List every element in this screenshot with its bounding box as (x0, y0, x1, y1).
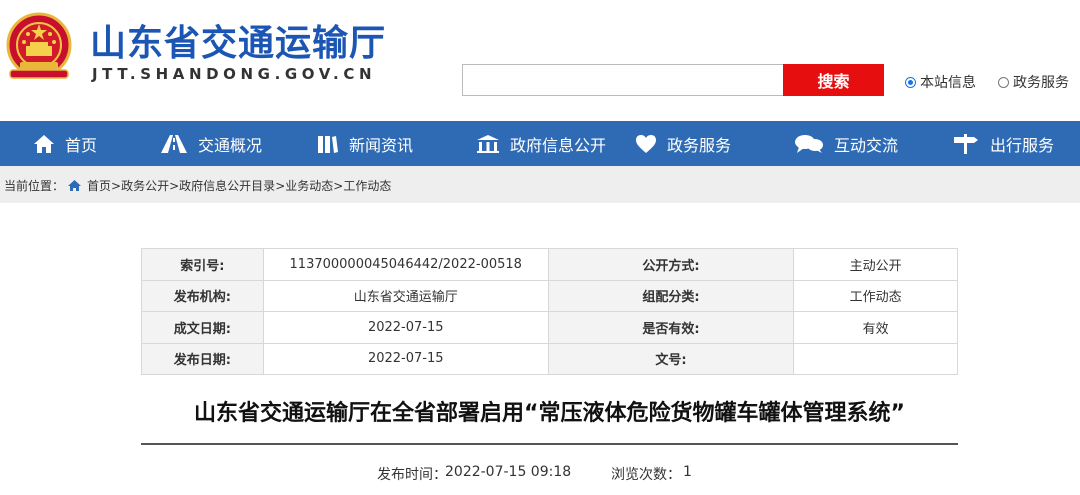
table-row: 索引号: 113700000045046442/2022-00518 公开方式:… (141, 248, 958, 281)
breadcrumb-sep: > (275, 178, 286, 193)
nav-label: 政府信息公开 (510, 135, 607, 155)
table-row: 发布日期: 2022-07-15 文号: (141, 342, 958, 375)
info-value: 工作动态 (793, 279, 958, 312)
radio-unselected-icon (998, 76, 1009, 88)
info-key: 发布日期: (141, 342, 264, 375)
publish-time: 2022-07-15 09:18 (445, 464, 572, 480)
radio-selected-icon (905, 76, 916, 88)
info-key: 组配分类: (547, 279, 795, 312)
radio-gov-label: 政务服务 (1013, 75, 1069, 91)
breadcrumb-item[interactable]: 政务公开 (121, 177, 169, 194)
nav-label: 新闻资讯 (349, 135, 414, 155)
search-input[interactable] (462, 64, 784, 96)
info-key: 成文日期: (141, 311, 264, 344)
breadcrumb-prefix: 当前位置： (4, 179, 65, 193)
radio-gov-services[interactable]: 政务服务 (998, 72, 1069, 92)
nav-label: 交通概况 (198, 135, 263, 155)
article-title: 山东省交通运输厅在全省部署启用“常压液体危险货物罐车罐体管理系统” (194, 401, 905, 426)
nav-item-home[interactable]: 首页 (33, 121, 97, 166)
home-icon (68, 180, 82, 191)
heart-icon (636, 134, 656, 153)
breadcrumb-item[interactable]: 工作动态 (343, 177, 391, 194)
info-value: 2022-07-15 (262, 342, 549, 375)
nav-label: 出行服务 (990, 135, 1055, 155)
site-title: 山东省交通运输厅 (90, 23, 387, 64)
radio-site-label: 本站信息 (920, 75, 976, 91)
info-value: 山东省交通运输厅 (262, 279, 549, 312)
national-emblem-logo (6, 12, 72, 79)
chat-icon (795, 134, 823, 153)
info-value: 113700000045046442/2022-00518 (262, 248, 549, 281)
breadcrumb-bar: 当前位置： 首页 > 政务公开 > 政府信息公开目录 > 业务动态 > 工作动态 (0, 166, 1080, 203)
building-icon (477, 134, 499, 153)
breadcrumb: 当前位置： 首页 > 政务公开 > 政府信息公开目录 > 业务动态 > 工作动态 (4, 177, 391, 194)
site-domain: JTT.SHANDONG.GOV.CN (92, 65, 377, 83)
nav-item-overview[interactable]: 交通概况 (160, 121, 262, 166)
nav-label: 首页 (65, 135, 98, 155)
info-key: 文号: (547, 342, 795, 375)
breadcrumb-sep: > (169, 178, 180, 193)
table-row: 发布机构: 山东省交通运输厅 组配分类: 工作动态 (141, 279, 958, 312)
info-key: 公开方式: (547, 248, 795, 281)
nav-item-gov-services[interactable]: 政务服务 (635, 121, 731, 166)
info-value: 主动公开 (793, 248, 958, 281)
info-key: 是否有效: (547, 311, 795, 344)
home-icon (34, 134, 54, 153)
site-header: 山东省交通运输厅 JTT.SHANDONG.GOV.CN 搜索 本站信息 政务服… (0, 0, 1080, 121)
table-row: 成文日期: 2022-07-15 是否有效: 有效 (141, 311, 958, 344)
book-icon (318, 135, 338, 153)
radio-site-info[interactable]: 本站信息 (905, 72, 976, 92)
publish-label: 发布时间： (377, 467, 447, 483)
title-divider (141, 443, 958, 445)
nav-item-gov-info[interactable]: 政府信息公开 (476, 121, 606, 166)
document-info-table: 索引号: 113700000045046442/2022-00518 公开方式:… (141, 248, 958, 375)
views-count: 1 (683, 464, 692, 480)
nav-label: 政务服务 (667, 135, 732, 155)
nav-item-interaction[interactable]: 互动交流 (794, 121, 898, 166)
breadcrumb-sep: > (111, 178, 122, 193)
search-button[interactable]: 搜索 (783, 64, 884, 96)
main-nav: 首页 交通概况 新闻资讯 政府信息公开 政务服务 互动交流 出行服务 (0, 121, 1080, 166)
info-value: 有效 (793, 311, 958, 344)
nav-item-news[interactable]: 新闻资讯 (317, 121, 413, 166)
breadcrumb-item[interactable]: 政府信息公开目录 (179, 177, 275, 194)
info-value (793, 342, 958, 375)
signpost-icon (954, 133, 978, 154)
breadcrumb-item[interactable]: 业务动态 (285, 177, 333, 194)
info-key: 发布机构: (141, 279, 264, 312)
nav-item-travel[interactable]: 出行服务 (952, 121, 1054, 166)
info-key: 索引号: (141, 248, 264, 281)
road-icon (161, 134, 187, 153)
views-label: 浏览次数： (611, 467, 681, 483)
info-value: 2022-07-15 (262, 311, 549, 344)
breadcrumb-sep: > (333, 178, 344, 193)
nav-label: 互动交流 (834, 135, 899, 155)
breadcrumb-item[interactable]: 首页 (87, 177, 111, 194)
